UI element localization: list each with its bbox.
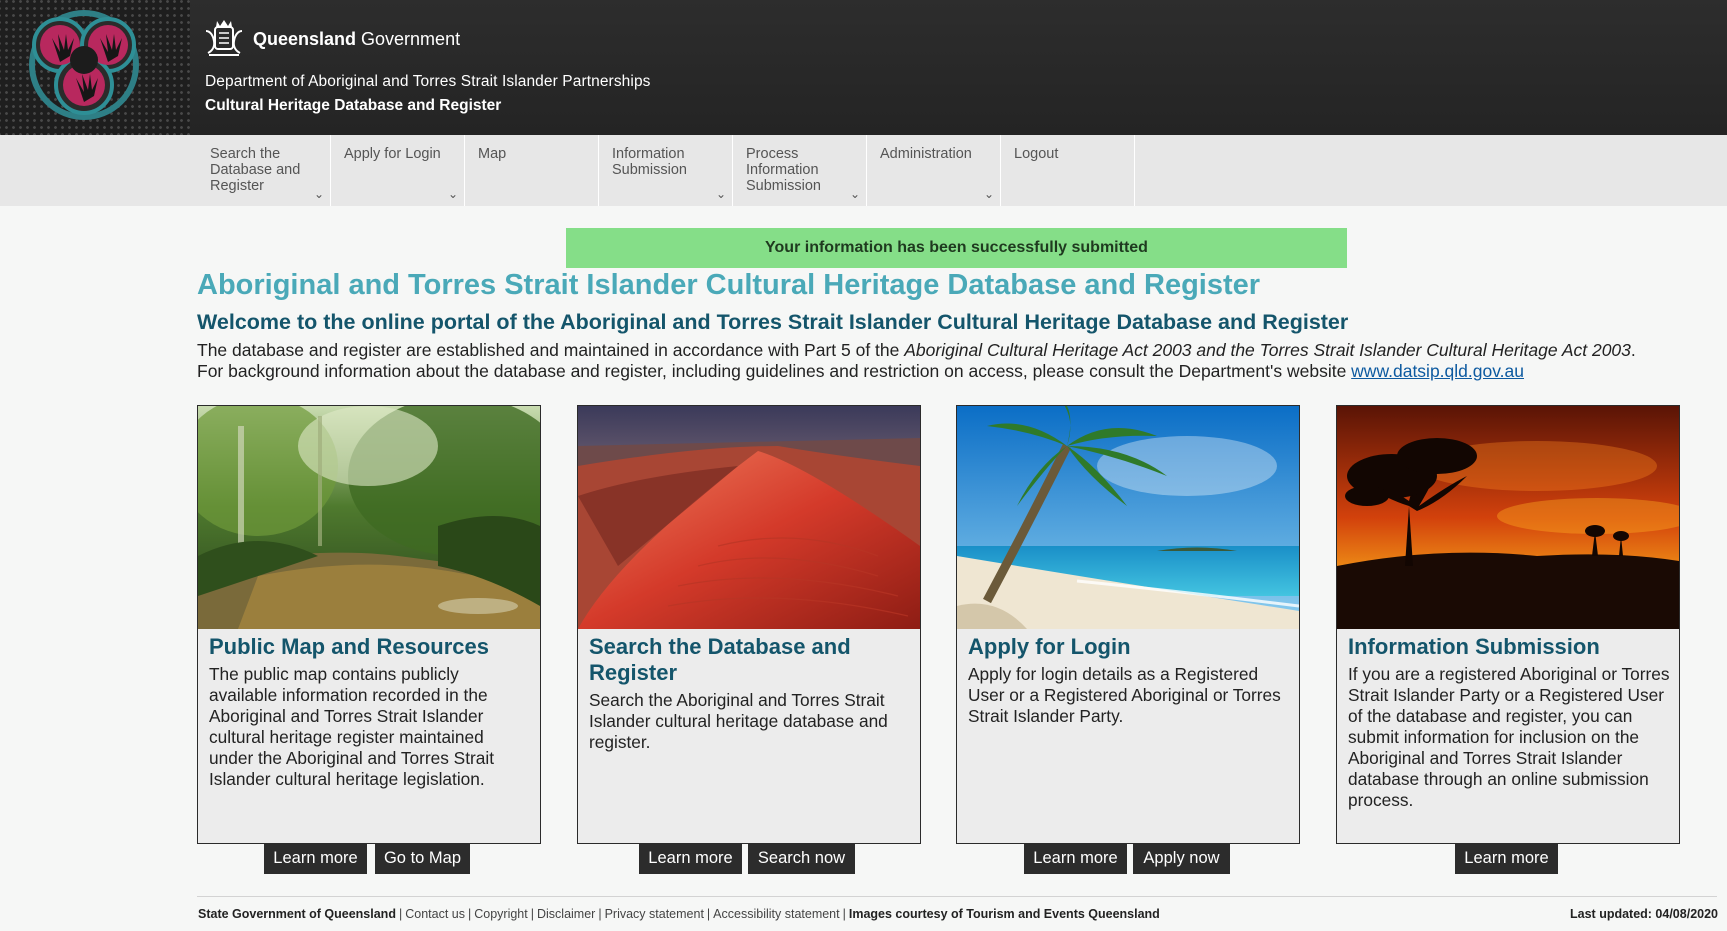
nav-item-label: Information Submission — [612, 146, 687, 178]
nav-item-label: Search the Database and Register — [210, 146, 301, 194]
apply-now-button[interactable]: Apply now — [1133, 843, 1230, 874]
last-updated: Last updated: 04/08/2020 — [1570, 907, 1718, 921]
footer-state-link[interactable]: State Government of Queensland — [198, 907, 396, 921]
nav-item-search[interactable]: Search the Database and Register ⌄ — [198, 135, 331, 206]
footer-link-accessibility[interactable]: Accessibility statement — [713, 907, 839, 921]
nav-item-label: Process Information Submission — [746, 146, 821, 194]
chevron-down-icon: ⌄ — [447, 187, 458, 201]
chevron-down-icon: ⌄ — [983, 187, 994, 201]
card-search-database: Search the Database and Register Search … — [577, 405, 921, 844]
department-name: Department of Aboriginal and Torres Stra… — [205, 73, 651, 90]
chevron-down-icon: ⌄ — [313, 187, 324, 201]
nav-item-process-submission[interactable]: Process Information Submission ⌄ — [734, 135, 867, 206]
nav-item-apply-login[interactable]: Apply for Login ⌄ — [332, 135, 465, 206]
card-public-map: Public Map and Resources The public map … — [197, 405, 541, 844]
search-now-button[interactable]: Search now — [748, 843, 855, 874]
nav-item-label: Logout — [1014, 146, 1059, 162]
chevron-down-icon: ⌄ — [715, 187, 726, 201]
main-navigation: Search the Database and Register ⌄ Apply… — [0, 135, 1727, 206]
card-description: Apply for login details as a Registered … — [968, 664, 1281, 726]
sunset-tree-image — [1337, 406, 1679, 629]
site-subtitle: Cultural Heritage Database and Register — [205, 97, 502, 114]
card-information-submission: Information Submission If you are a regi… — [1336, 405, 1680, 844]
card-description: If you are a registered Aboriginal or To… — [1348, 664, 1670, 810]
learn-more-button[interactable]: Learn more — [264, 843, 367, 874]
site-header: Queensland Government Department of Abor… — [0, 0, 1727, 135]
queensland-crest-icon — [205, 20, 243, 56]
footer-links: State Government of Queensland | Contact u… — [198, 907, 1160, 921]
act-name: Aboriginal Cultural Heritage Act 2003 an… — [904, 340, 1631, 360]
card-description: The public map contains publicly availab… — [209, 664, 494, 789]
learn-more-button[interactable]: Learn more — [1024, 843, 1127, 874]
learn-more-button[interactable]: Learn more — [639, 843, 742, 874]
nav-item-label: Apply for Login — [344, 146, 441, 162]
rainforest-image — [198, 406, 540, 629]
chevron-down-icon: ⌄ — [849, 187, 860, 201]
card-description: Search the Aboriginal and Torres Strait … — [589, 690, 888, 752]
footer-divider — [197, 896, 1717, 897]
intro-text: The database and register are establishe… — [197, 340, 1636, 381]
footer-link-privacy[interactable]: Privacy statement — [605, 907, 704, 921]
success-alert: Your information has been successfully s… — [566, 228, 1347, 268]
welcome-heading: Welcome to the online portal of the Abor… — [197, 310, 1349, 334]
nav-item-administration[interactable]: Administration ⌄ — [868, 135, 1001, 206]
nav-item-information-submission[interactable]: Information Submission ⌄ — [600, 135, 733, 206]
footer-image-credit: Images courtesy of Tourism and Events Qu… — [848, 907, 1160, 921]
desert-dune-image — [578, 406, 920, 629]
beach-palm-image — [957, 406, 1299, 629]
footer-link-contact[interactable]: Contact us — [405, 907, 465, 921]
aboriginal-art-logo — [0, 0, 190, 135]
learn-more-button[interactable]: Learn more — [1455, 843, 1558, 874]
card-title: Public Map and Resources — [209, 634, 489, 659]
card-title: Information Submission — [1348, 634, 1600, 659]
nav-item-label: Map — [478, 146, 507, 162]
nav-item-logout[interactable]: Logout — [1002, 135, 1135, 206]
go-to-map-button[interactable]: Go to Map — [375, 843, 470, 874]
page-title: Aboriginal and Torres Strait Islander Cu… — [197, 269, 1261, 301]
footer-link-disclaimer[interactable]: Disclaimer — [537, 907, 595, 921]
card-title: Apply for Login — [968, 634, 1131, 659]
card-title: Search the Database and Register — [589, 634, 851, 685]
nav-item-map[interactable]: Map — [466, 135, 599, 206]
department-website-link[interactable]: www.datsip.qld.gov.au — [1351, 361, 1524, 381]
card-apply-login: Apply for Login Apply for login details … — [956, 405, 1300, 844]
nav-item-label: Administration — [880, 146, 972, 162]
government-title[interactable]: Queensland Government — [253, 29, 460, 50]
footer-link-copyright[interactable]: Copyright — [474, 907, 528, 921]
